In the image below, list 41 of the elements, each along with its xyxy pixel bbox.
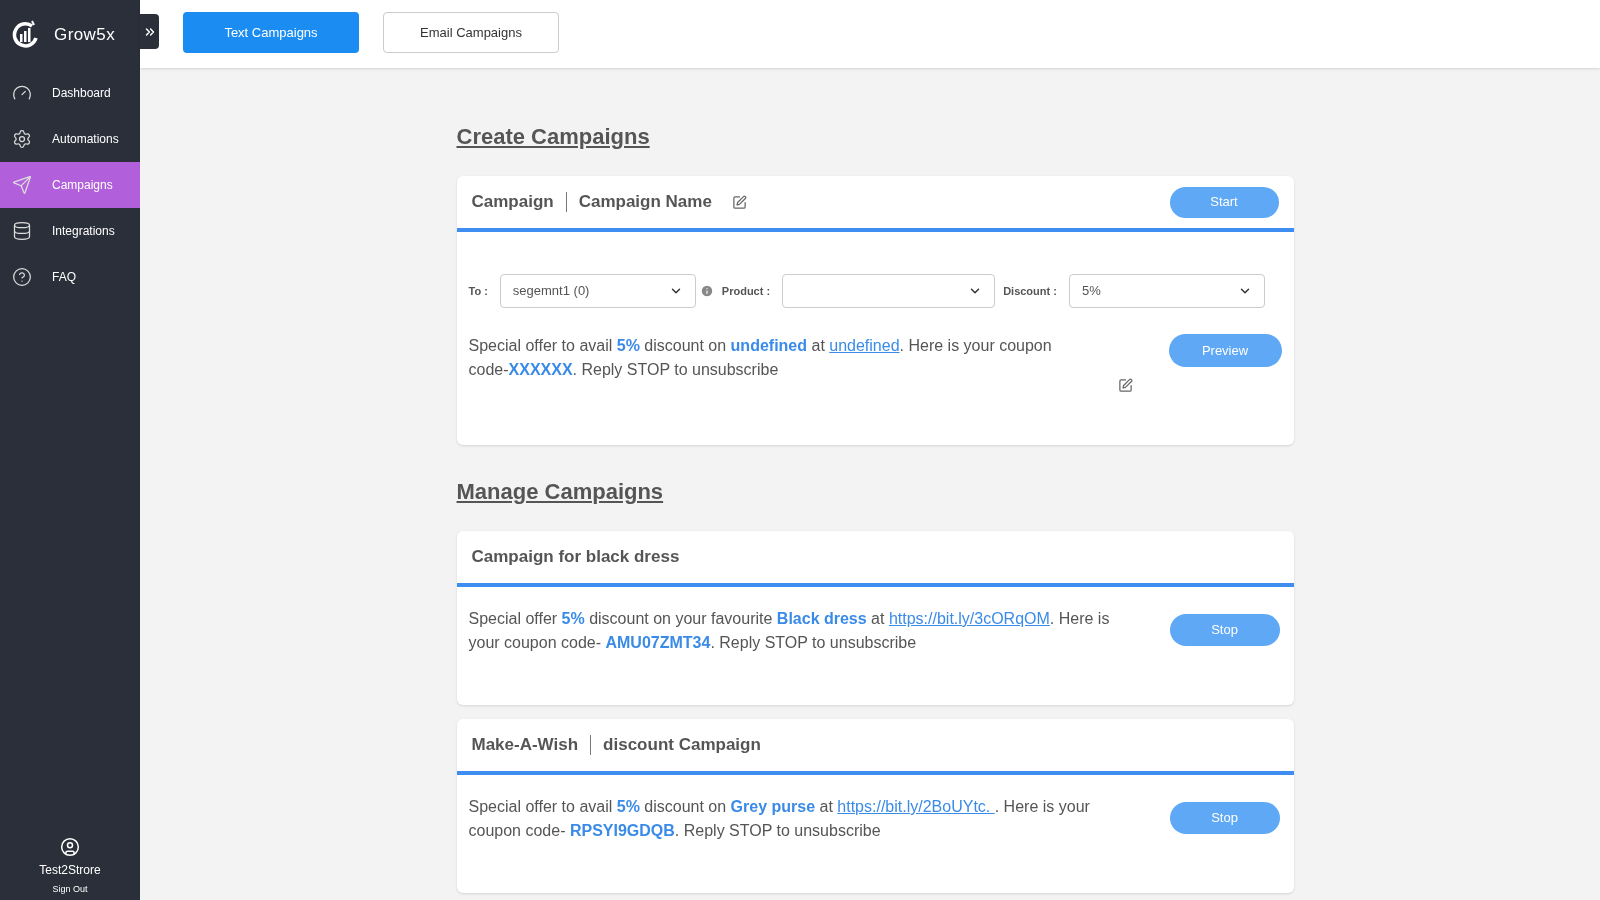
campaign-title: Make-A-Wish bbox=[471, 734, 579, 757]
offer-link[interactable]: https://bit.ly/3cORqOM bbox=[888, 610, 1050, 627]
send-icon bbox=[12, 175, 32, 195]
start-button[interactable]: Start bbox=[1169, 186, 1279, 218]
dropdown[interactable]: 5% bbox=[1068, 274, 1265, 308]
stop-button[interactable]: Stop bbox=[1169, 614, 1280, 646]
field-label: To : bbox=[468, 283, 488, 299]
edit-icon[interactable] bbox=[731, 194, 747, 210]
collapse-button[interactable] bbox=[140, 14, 159, 49]
sidebar-item[interactable]: Campaigns bbox=[0, 162, 140, 208]
sidebar-item[interactable]: Dashboard bbox=[0, 70, 140, 116]
offer-message: Special offer 5% discount on your favourite Black dress at https://bit.ly/3cORqOM. Here is your coupon code- AMU07ZMT34. Reply STOP to unsubscribe bbox=[468, 609, 1111, 653]
campaign-tab[interactable]: Text Campaigns bbox=[183, 12, 359, 53]
edit-icon[interactable] bbox=[1117, 378, 1133, 393]
field-label: Product : bbox=[721, 283, 771, 299]
campaign-title: Campaign bbox=[471, 191, 554, 214]
user-avatar-icon bbox=[60, 836, 80, 857]
sidebar-item[interactable]: Integrations bbox=[0, 208, 140, 254]
campaign-tab[interactable]: Email Campaigns bbox=[383, 12, 559, 53]
offer-link[interactable]: https://bit.ly/2BoUYtc. bbox=[837, 798, 995, 815]
info-icon bbox=[699, 284, 714, 298]
offer-message: Special offer to avail 5% discount on Grey purse at https://bit.ly/2BoUYtc. . Here is your coupon code- RPSYI9GDQB. Reply STOP to unsubscribe bbox=[468, 797, 1091, 841]
campaign-title: discount Campaign bbox=[603, 734, 761, 757]
sidebar-item[interactable]: Automations bbox=[0, 116, 140, 162]
field-label: Discount : bbox=[1003, 283, 1057, 299]
section-heading: Manage Campaigns bbox=[456, 478, 665, 506]
dropdown[interactable]: segemnt1 (0) bbox=[499, 274, 696, 308]
brand-name: Grow5x bbox=[54, 24, 116, 47]
section-heading: Create Campaigns bbox=[456, 123, 651, 151]
database-icon bbox=[12, 221, 32, 241]
campaign-title: Campaign Name bbox=[578, 191, 712, 214]
sign-out-link[interactable]: Sign Out bbox=[52, 882, 88, 896]
campaign-title: Campaign for black dress bbox=[471, 546, 680, 569]
user-name: Test2Strore bbox=[39, 861, 101, 879]
gears-icon bbox=[12, 129, 32, 149]
preview-button[interactable]: Preview bbox=[1168, 334, 1282, 367]
stop-button[interactable]: Stop bbox=[1169, 802, 1280, 834]
sidebar-item[interactable]: FAQ bbox=[0, 254, 140, 300]
help-icon bbox=[12, 267, 32, 287]
offer-link[interactable]: undefined bbox=[829, 337, 900, 354]
offer-message: Special offer to avail 5% discount on undefined at undefined. Here is your coupon code-XXXXXX. Reply STOP to unsubscribe bbox=[468, 336, 1053, 380]
